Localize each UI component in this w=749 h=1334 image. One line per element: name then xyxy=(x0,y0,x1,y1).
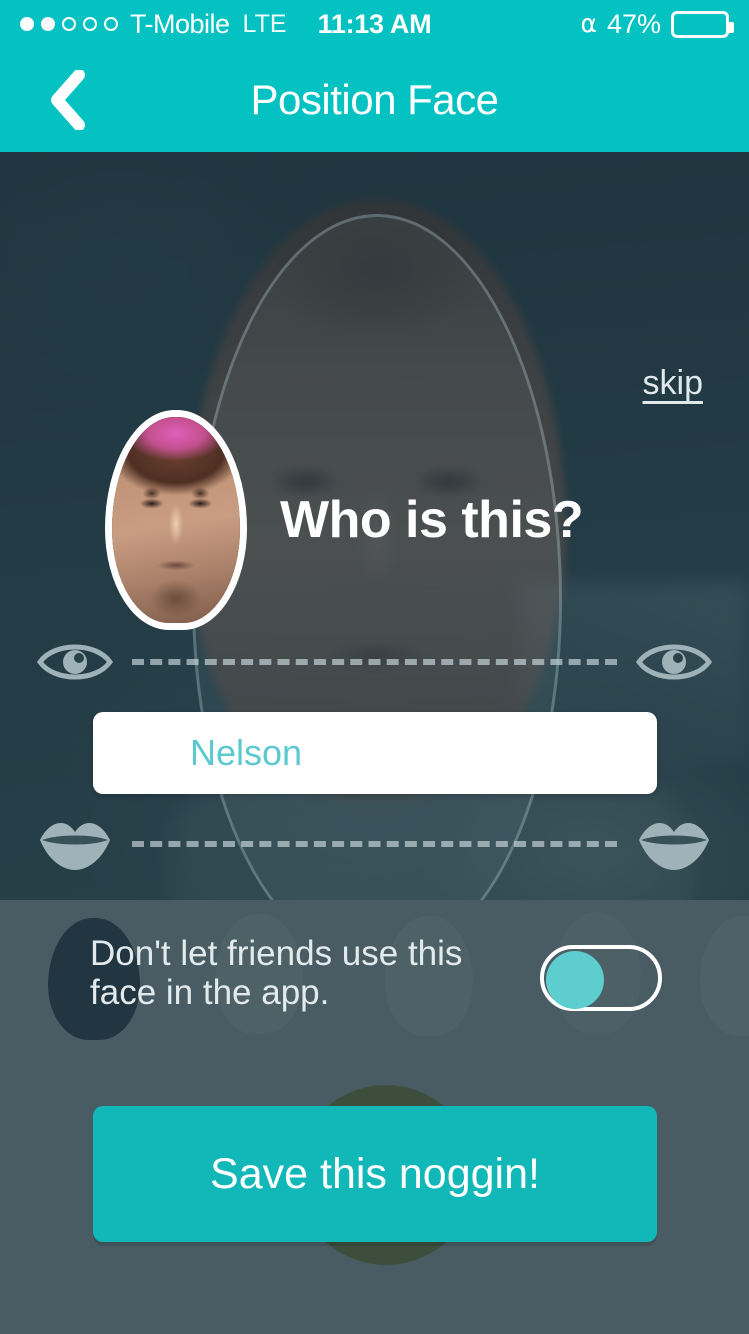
battery-icon xyxy=(671,10,734,38)
save-button[interactable]: Save this noggin! xyxy=(93,1106,657,1242)
toggle-knob xyxy=(546,951,604,1009)
signal-dot xyxy=(83,17,97,31)
status-bar: T-Mobile LTE 11:13 AM ⍺ 47% xyxy=(0,0,749,48)
signal-dot xyxy=(104,17,118,31)
network-type-label: LTE xyxy=(242,9,287,38)
privacy-toggle[interactable] xyxy=(540,945,662,1011)
signal-dot xyxy=(20,17,34,31)
signal-dot xyxy=(62,17,76,31)
signal-strength-dots xyxy=(20,17,118,31)
navigation-bar: Position Face xyxy=(0,48,749,152)
decorative-head-shape xyxy=(700,916,749,1036)
carrier-label: T-Mobile xyxy=(130,8,230,39)
skip-link[interactable]: skip xyxy=(643,364,703,403)
page-title: Position Face xyxy=(250,76,499,123)
app-screen: T-Mobile LTE 11:13 AM ⍺ 47% Position Fac… xyxy=(0,0,749,1334)
face-thumbnail[interactable] xyxy=(105,410,247,630)
signal-dot xyxy=(41,17,55,31)
photo-preview-area[interactable]: skip Who is this? Nelson xyxy=(0,152,749,900)
status-bar-right: ⍺ 47% xyxy=(580,8,734,40)
name-input[interactable]: Nelson xyxy=(93,712,657,794)
face-thumbnail-image xyxy=(112,417,240,623)
who-is-this-heading: Who is this? xyxy=(280,491,584,549)
bluetooth-icon: ⍺ xyxy=(580,9,597,38)
battery-percent-label: 47% xyxy=(606,8,661,39)
privacy-toggle-label: Don't let friends use this face in the a… xyxy=(90,934,463,1013)
